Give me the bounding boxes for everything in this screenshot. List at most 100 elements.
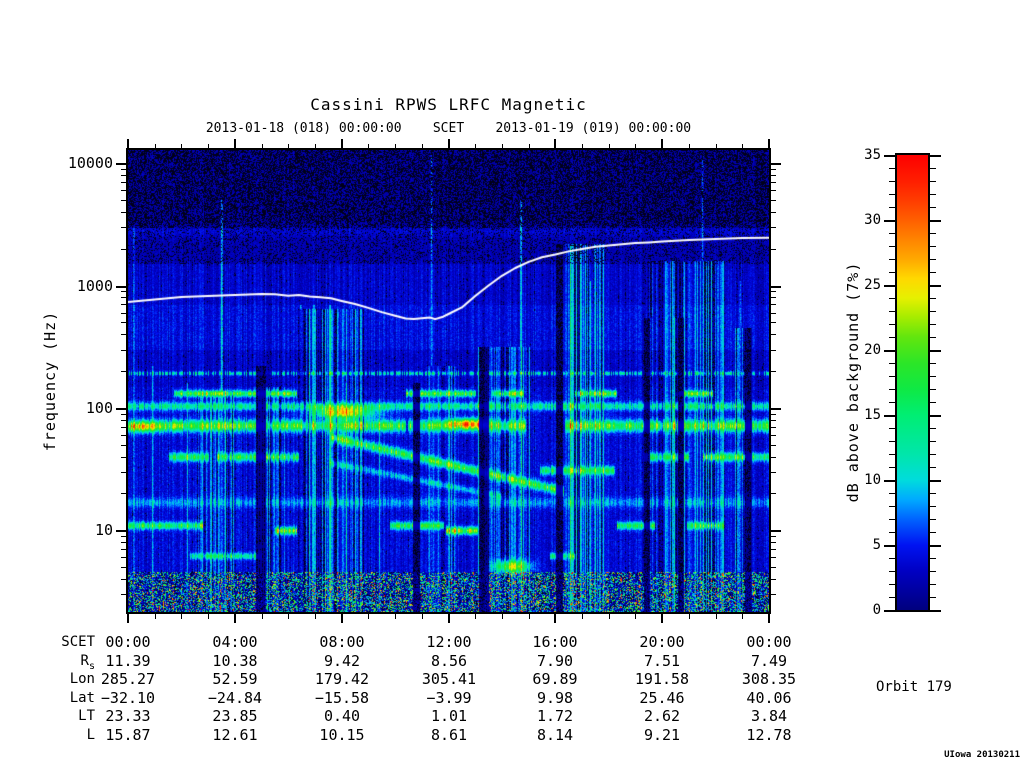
colorbar-tick: [930, 558, 936, 559]
colorbar-tick: [884, 220, 895, 222]
x-axis-tick: [689, 144, 690, 149]
colorbar-tick: [930, 441, 936, 442]
x-axis-tick: [234, 139, 236, 148]
x-axis-tick: [181, 614, 182, 619]
colorbar-tick: [930, 402, 936, 403]
y-axis-minor-tick: [121, 200, 126, 201]
y-axis-minor-tick: [121, 536, 126, 537]
ephemeris-value: 308.35: [741, 670, 797, 688]
y-axis-minor-tick: [121, 435, 126, 436]
x-axis-tick: [288, 144, 289, 149]
y-axis-minor-tick: [121, 371, 126, 372]
y-axis-tick: [116, 408, 126, 410]
colorbar-tick: [884, 350, 895, 352]
x-axis-tick: [448, 614, 450, 623]
y-axis-minor-tick: [121, 542, 126, 543]
ephemeris-value: 3.84: [750, 707, 788, 725]
colorbar-tick-label: 20: [864, 342, 881, 358]
x-axis-tick: [661, 614, 663, 623]
colorbar-tick: [930, 480, 941, 482]
x-axis-tick: [768, 614, 770, 623]
x-axis-tick: [262, 614, 263, 619]
x-axis-tick: [716, 144, 717, 149]
ephemeris-value: 2.62: [643, 707, 681, 725]
x-axis-tick: [127, 614, 129, 623]
y-axis-tick: [116, 163, 126, 165]
colorbar-tick: [930, 363, 936, 364]
x-tick-label: 00:00: [105, 633, 151, 651]
x-tick-label: 12:00: [426, 633, 472, 651]
colorbar-tick: [884, 285, 895, 287]
colorbar-tick: [930, 155, 941, 157]
y-axis-minor-tick: [121, 557, 126, 558]
y-axis-minor-tick: [771, 350, 776, 351]
y-axis-minor-tick: [121, 297, 126, 298]
ephemeris-value: 52.59: [212, 670, 258, 688]
y-axis-minor-tick: [121, 472, 126, 473]
y-axis-minor-tick: [771, 175, 776, 176]
colorbar-tick: [930, 584, 936, 585]
x-axis-tick: [315, 144, 316, 149]
ephemeris-value: 7.90: [536, 652, 574, 670]
colorbar-tick: [930, 493, 936, 494]
y-axis-minor-tick: [771, 549, 776, 550]
y-axis-minor-tick: [771, 313, 776, 314]
colorbar-tick-label: 25: [864, 277, 881, 293]
y-axis-tick: [771, 408, 781, 410]
figure-title: Cassini RPWS LRFC Magnetic: [310, 95, 587, 114]
y-tick-label: 10: [94, 521, 113, 539]
colorbar-tick: [930, 285, 941, 287]
ephemeris-value: 9.98: [536, 689, 574, 707]
x-axis-tick: [554, 614, 556, 623]
y-axis-minor-tick: [771, 567, 776, 568]
y-axis-minor-tick: [121, 212, 126, 213]
y-axis-tick: [116, 286, 126, 288]
ephemeris-value: 7.51: [643, 652, 681, 670]
y-axis-minor-tick: [771, 200, 776, 201]
ephemeris-value: 69.89: [532, 670, 578, 688]
y-axis-minor-tick: [121, 427, 126, 428]
y-axis-minor-tick: [771, 227, 776, 228]
y-axis-minor-tick: [771, 420, 776, 421]
colorbar-tick: [930, 467, 936, 468]
colorbar-tick: [930, 207, 936, 208]
y-axis-minor-tick: [771, 297, 776, 298]
ephemeris-value: 9.21: [643, 726, 681, 744]
colorbar-gradient: [897, 155, 928, 610]
ephemeris-value: 23.85: [212, 707, 258, 725]
x-axis-tick: [181, 144, 182, 149]
ephemeris-value: 23.33: [105, 707, 151, 725]
colorbar-tick: [930, 311, 936, 312]
colorbar-tick: [884, 480, 895, 482]
y-axis-tick: [771, 530, 781, 532]
y-axis-minor-tick: [121, 567, 126, 568]
colorbar-tick: [930, 597, 936, 598]
colorbar-tick: [930, 272, 936, 273]
y-axis-minor-tick: [771, 371, 776, 372]
colorbar-tick: [930, 545, 941, 547]
y-axis-minor-tick: [771, 493, 776, 494]
x-axis-tick: [661, 139, 663, 148]
ephemeris-value: −3.99: [426, 689, 472, 707]
x-axis-tick: [341, 139, 343, 148]
y-axis-tick: [771, 286, 781, 288]
x-axis-tick: [689, 614, 690, 619]
x-axis-tick: [422, 614, 423, 619]
colorbar-tick: [930, 168, 936, 169]
x-axis-tick: [368, 614, 369, 619]
x-axis-tick: [502, 144, 503, 149]
colorbar-tick-label: 15: [864, 407, 881, 423]
ephemeris-value: 11.39: [105, 652, 151, 670]
y-axis-minor-tick: [771, 445, 776, 446]
y-axis-minor-tick: [121, 549, 126, 550]
y-axis-minor-tick: [121, 420, 126, 421]
x-axis-tick: [395, 144, 396, 149]
y-axis-minor-tick: [121, 322, 126, 323]
ephemeris-value: 12.61: [212, 726, 258, 744]
ephemeris-value: 1.72: [536, 707, 574, 725]
ephemeris-value: −24.84: [207, 689, 263, 707]
x-axis-tick: [502, 614, 503, 619]
colorbar-tick: [884, 415, 895, 417]
y-axis-minor-tick: [771, 557, 776, 558]
y-tick-label: 1000: [76, 277, 113, 295]
